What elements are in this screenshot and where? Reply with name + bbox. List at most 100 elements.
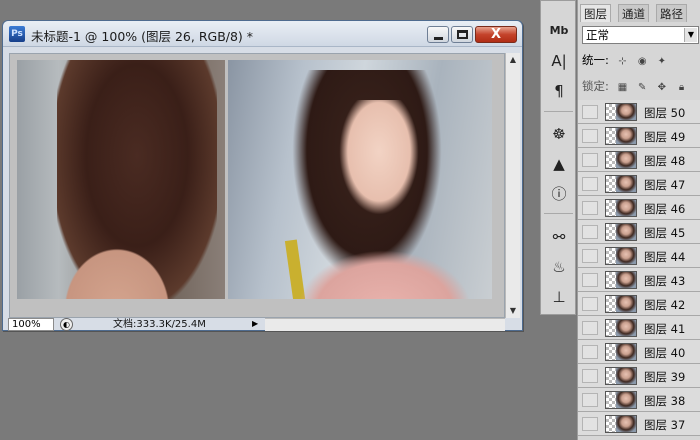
lock-transparency-icon[interactable]: ▦ [617, 82, 629, 94]
layer-thumbnail [605, 175, 637, 193]
layer-thumbnail [605, 343, 637, 361]
layer-name: 图层 39 [644, 370, 686, 384]
visibility-toggle[interactable] [582, 321, 598, 335]
thumbnail-image [616, 296, 636, 312]
visibility-toggle[interactable] [582, 297, 598, 311]
close-icon: X [490, 27, 502, 42]
layer-row[interactable]: 图层 45 [578, 220, 700, 244]
layer-row[interactable]: 图层 44 [578, 244, 700, 268]
photoshop-logo-icon: Ps [9, 26, 25, 42]
unify-label: 统一: [582, 53, 609, 67]
thumbnail-image [616, 176, 636, 192]
visibility-toggle[interactable] [582, 225, 598, 239]
layer-name: 图层 46 [644, 202, 686, 216]
layer-row[interactable]: 图层 46 [578, 196, 700, 220]
info-icon[interactable]: ⓘ [549, 184, 569, 204]
layer-thumbnail [605, 391, 637, 409]
clone-source-icon[interactable]: ♨ [549, 257, 569, 277]
unify-style-icon[interactable]: ✦ [656, 56, 668, 68]
layer-row[interactable]: 图层 43 [578, 268, 700, 292]
thumbnail-image [616, 104, 636, 120]
lock-all-icon[interactable]: 🔒︎ [676, 82, 688, 94]
layer-thumbnail [605, 271, 637, 289]
layer-row[interactable]: 图层 41 [578, 316, 700, 340]
canvas-area[interactable] [9, 53, 505, 318]
chevron-down-icon[interactable]: ▼ [684, 28, 697, 42]
brushes-icon[interactable]: ⚯ [549, 227, 569, 247]
layer-row[interactable]: 图层 38 [578, 388, 700, 412]
horizontal-scrollbar[interactable] [265, 318, 505, 331]
visibility-toggle[interactable] [582, 249, 598, 263]
tab-layers[interactable]: 图层 [580, 4, 611, 22]
tab-channels[interactable]: 通道 [618, 4, 649, 22]
layer-row[interactable]: 图层 37 [578, 412, 700, 436]
mini-bridge-icon[interactable]: Mb [549, 21, 569, 41]
status-menu-arrow-icon[interactable]: ▶ [252, 319, 258, 328]
visibility-toggle[interactable] [582, 201, 598, 215]
thumbnail-image [616, 368, 636, 384]
layer-thumbnail [605, 103, 637, 121]
thumbnail-image [616, 416, 636, 432]
layer-row[interactable]: 图层 39 [578, 364, 700, 388]
layer-name: 图层 49 [644, 130, 686, 144]
document-size-info: 文档:333.3K/25.4M [113, 319, 206, 330]
layer-name: 图层 42 [644, 298, 686, 312]
status-bar: 100% ◐ 文档:333.3K/25.4M ▶ [5, 318, 265, 331]
unify-position-icon[interactable]: ⊹ [617, 56, 629, 68]
tool-divider [544, 213, 573, 214]
canvas-image[interactable] [17, 60, 492, 299]
paragraph-icon[interactable]: ¶ [549, 81, 569, 101]
panel-tabs: 图层 通道 路径 [578, 4, 700, 22]
layer-row[interactable]: 图层 42 [578, 292, 700, 316]
layer-name: 图层 43 [644, 274, 686, 288]
layer-name: 图层 44 [644, 250, 686, 264]
thumbnail-image [616, 224, 636, 240]
unify-visibility-icon[interactable]: ◉ [636, 56, 648, 68]
visibility-toggle[interactable] [582, 273, 598, 287]
thumbnail-image [616, 128, 636, 144]
minimize-icon [434, 37, 443, 40]
layer-thumbnail [605, 151, 637, 169]
layer-thumbnail [605, 127, 637, 145]
layer-row[interactable]: 图层 48 [578, 148, 700, 172]
visibility-toggle[interactable] [582, 177, 598, 191]
close-button[interactable]: X [475, 26, 517, 43]
visibility-toggle[interactable] [582, 153, 598, 167]
layer-thumbnail [605, 415, 637, 433]
layer-row[interactable]: 图层 40 [578, 340, 700, 364]
status-options-icon[interactable]: ◐ [60, 318, 73, 331]
layer-row[interactable]: 图层 50 [578, 100, 700, 124]
scroll-down-icon[interactable]: ▼ [507, 305, 519, 317]
stamp-icon[interactable]: ⊥ [549, 287, 569, 307]
document-titlebar[interactable]: Ps 未标题-1 @ 100% (图层 26, RGB/8) * X [3, 21, 522, 47]
zoom-level-input[interactable]: 100% [8, 318, 54, 331]
layer-row[interactable]: 图层 49 [578, 124, 700, 148]
lock-position-icon[interactable]: ✥ [656, 82, 668, 94]
visibility-toggle[interactable] [582, 129, 598, 143]
scroll-up-icon[interactable]: ▲ [507, 54, 519, 66]
layers-panel: 图层 通道 路径 正常 ▼ 统一: ⊹ ◉ ✦ 锁定: ▦ ✎ ✥ 🔒︎ 图层 … [577, 0, 700, 440]
visibility-toggle[interactable] [582, 369, 598, 383]
visibility-toggle[interactable] [582, 105, 598, 119]
minimize-button[interactable] [427, 26, 449, 43]
visibility-toggle[interactable] [582, 417, 598, 431]
histogram-icon[interactable]: ▲ [549, 154, 569, 174]
tab-paths[interactable]: 路径 [656, 4, 687, 22]
unify-row: 统一: ⊹ ◉ ✦ [582, 52, 668, 68]
layer-thumbnail [605, 247, 637, 265]
layer-thumbnail [605, 199, 637, 217]
blend-mode-value: 正常 [586, 28, 609, 42]
thumbnail-image [616, 344, 636, 360]
vertical-scrollbar[interactable]: ▲ ▼ [505, 53, 520, 318]
layer-thumbnail [605, 367, 637, 385]
navigator-icon[interactable]: ☸ [549, 124, 569, 144]
layer-row[interactable]: 图层 47 [578, 172, 700, 196]
maximize-button[interactable] [451, 26, 473, 43]
visibility-toggle[interactable] [582, 393, 598, 407]
lock-pixels-icon[interactable]: ✎ [636, 82, 648, 94]
thumbnail-image [616, 200, 636, 216]
layer-name: 图层 50 [644, 106, 686, 120]
blend-mode-select[interactable]: 正常 ▼ [582, 26, 699, 44]
visibility-toggle[interactable] [582, 345, 598, 359]
character-icon[interactable]: A| [549, 51, 569, 71]
